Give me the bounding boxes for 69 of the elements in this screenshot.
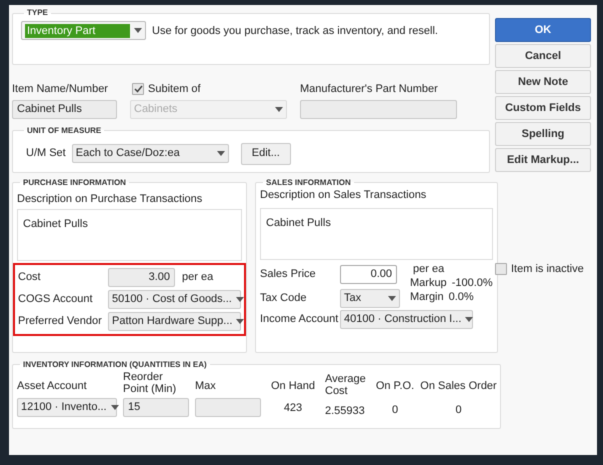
field-label: Item Name/Number bbox=[12, 82, 109, 97]
dropdown-caret-icon bbox=[275, 106, 283, 112]
cost-field[interactable]: 3.00 bbox=[108, 268, 175, 287]
reorder-point-field[interactable]: 15 bbox=[123, 398, 189, 416]
dropdown-caret-icon bbox=[388, 296, 396, 301]
average-cost-value: 2.55933 bbox=[325, 404, 366, 416]
vendor-dropdown[interactable]: Patton Hardware Supp... bbox=[108, 312, 241, 331]
markup-value: -100.0% bbox=[452, 276, 493, 290]
group-title: INVENTORY INFORMATION (QUANTITIES IN EA) bbox=[22, 358, 208, 370]
asset-account-dropdown[interactable]: 12100 · Invento... bbox=[17, 398, 117, 416]
dialog-button[interactable]: Spelling bbox=[495, 122, 591, 146]
sales-description-field[interactable]: Cabinet Pulls bbox=[260, 208, 493, 260]
cogs-account-dropdown[interactable]: 50100 · Cost of Goods... bbox=[108, 290, 241, 309]
dialog-button[interactable]: New Note bbox=[495, 70, 591, 94]
checkbox[interactable] bbox=[132, 83, 144, 96]
item-name-field[interactable]: Cabinet Pulls bbox=[12, 100, 117, 118]
dialog-button[interactable]: Edit Markup... bbox=[495, 148, 591, 172]
group-title: TYPE bbox=[26, 7, 49, 19]
dialog-button[interactable]: Cancel bbox=[495, 44, 591, 68]
field-label: Preferred Vendor bbox=[18, 314, 103, 330]
dropdown-caret-icon bbox=[216, 151, 225, 156]
dropdown-caret-icon bbox=[110, 404, 119, 410]
um-set-dropdown[interactable]: Each to Case/Doz:ea bbox=[72, 144, 229, 163]
field-label: Reorder Point (Min) bbox=[123, 370, 178, 394]
field-label: Sales Price bbox=[260, 267, 317, 282]
type-dropdown[interactable]: Inventory Part bbox=[21, 21, 146, 40]
sales-price-field[interactable]: 0.00 bbox=[340, 265, 397, 284]
dropdown-caret-icon bbox=[236, 319, 244, 324]
field-label: Tax Code bbox=[260, 291, 308, 306]
field-label: Item is inactive bbox=[511, 262, 584, 277]
income-account-dropdown[interactable]: 40100 · Construction I... bbox=[340, 310, 473, 329]
check-icon bbox=[134, 85, 142, 94]
field-label: Description on Purchase Transactions bbox=[17, 192, 204, 206]
dialog-button[interactable]: Custom Fields bbox=[495, 96, 591, 120]
dropdown-caret-icon bbox=[134, 28, 142, 33]
tax-code-dropdown[interactable]: Tax bbox=[340, 289, 400, 308]
group-title: PURCHASE INFORMATION bbox=[22, 176, 127, 188]
field-label: per ea bbox=[413, 262, 446, 276]
on-sales-order-value: 0 bbox=[455, 402, 462, 416]
part-number-field[interactable] bbox=[300, 100, 457, 118]
margin-value: 0.0% bbox=[448, 290, 474, 304]
field-label: Average Cost bbox=[325, 372, 367, 396]
dropdown-caret-icon bbox=[465, 317, 474, 322]
on-hand-value: 423 bbox=[284, 400, 302, 416]
type-description: Use for goods you purchase, track as inventory, and resell. bbox=[152, 24, 438, 39]
purchase-description-field[interactable]: Cabinet Pulls bbox=[17, 209, 242, 261]
field-label: On Sales Order bbox=[420, 379, 497, 394]
field-label: Subitem of bbox=[148, 82, 201, 97]
field-label: Income Account bbox=[260, 312, 340, 328]
field-label: Max bbox=[195, 379, 217, 394]
field-label: Asset Account bbox=[17, 379, 88, 394]
group-title: UNIT OF MEASURE bbox=[26, 124, 102, 136]
max-field[interactable] bbox=[195, 398, 261, 416]
field-label: per ea bbox=[182, 270, 214, 286]
edit-button[interactable]: Edit... bbox=[240, 142, 291, 164]
field-label: U/M Set bbox=[26, 146, 66, 162]
checkbox[interactable] bbox=[495, 263, 507, 276]
group-title: SALES INFORMATION bbox=[265, 176, 352, 188]
on-po-value: 0 bbox=[392, 402, 398, 416]
field-label: Cost bbox=[18, 270, 42, 286]
field-label: COGS Account bbox=[18, 292, 94, 308]
field-label: Manufacturer's Part Number bbox=[300, 82, 439, 97]
field-label: On P.O. bbox=[376, 379, 414, 394]
field-label: On Hand bbox=[270, 379, 316, 394]
field-label: Description on Sales Transactions bbox=[260, 188, 428, 202]
field-label: Markup bbox=[410, 276, 447, 290]
dropdown-caret-icon bbox=[236, 297, 244, 302]
dialog-button[interactable]: OK bbox=[495, 18, 591, 42]
field-label: Margin bbox=[410, 290, 444, 304]
